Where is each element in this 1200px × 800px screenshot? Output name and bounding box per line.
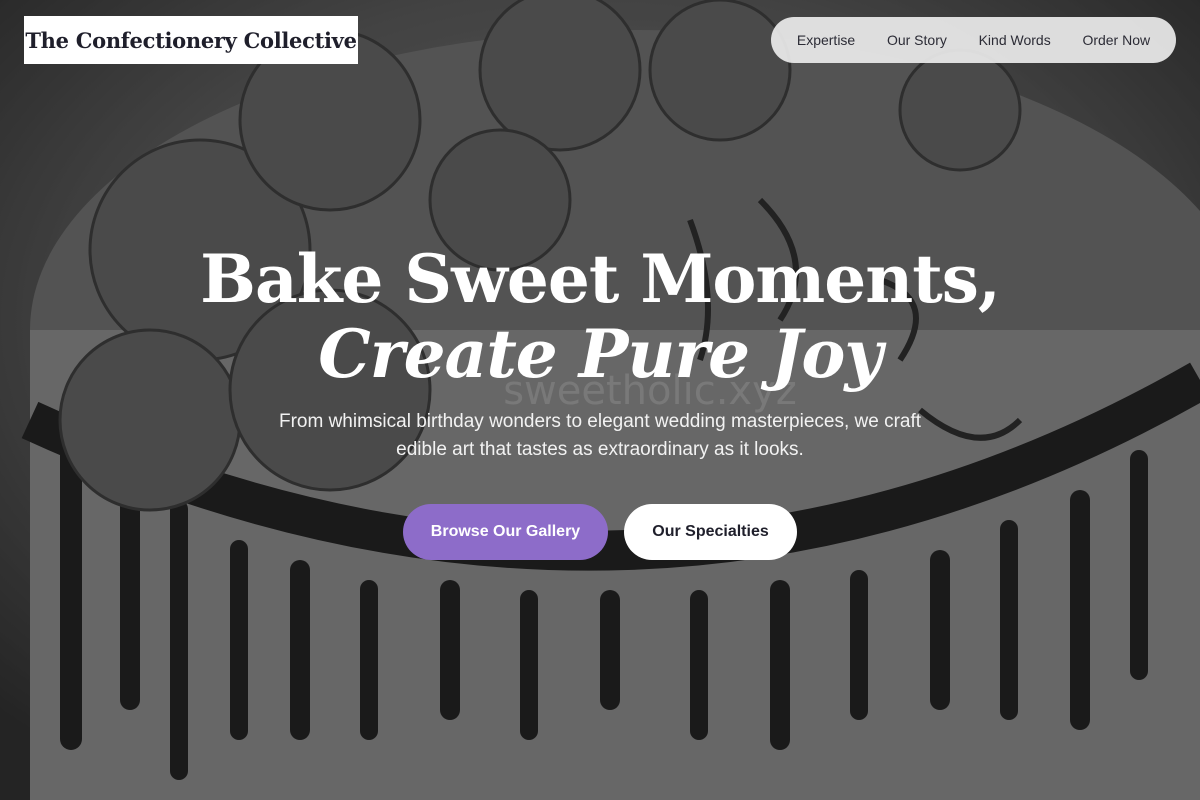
hero-subtitle: From whimsical birthday wonders to elega… xyxy=(278,411,922,460)
browse-gallery-button[interactable]: Browse Our Gallery xyxy=(403,504,608,560)
brand-logo[interactable]: The Confectionery Collective xyxy=(24,16,358,64)
headline-line-1: Bake Sweet Moments, xyxy=(200,240,1001,318)
brand-name: The Confectionery Collective xyxy=(25,27,357,53)
hero-headline: Bake Sweet Moments, Create Pure Joy xyxy=(0,240,1200,390)
nav-item-expertise[interactable]: Expertise xyxy=(797,32,855,48)
nav-item-our-story[interactable]: Our Story xyxy=(887,32,947,48)
main-nav: Expertise Our Story Kind Words Order Now xyxy=(771,17,1176,63)
nav-item-kind-words[interactable]: Kind Words xyxy=(979,32,1051,48)
nav-item-order-now[interactable]: Order Now xyxy=(1082,32,1150,48)
our-specialties-button[interactable]: Our Specialties xyxy=(624,504,797,560)
headline-line-2: Create Pure Joy xyxy=(318,315,882,393)
